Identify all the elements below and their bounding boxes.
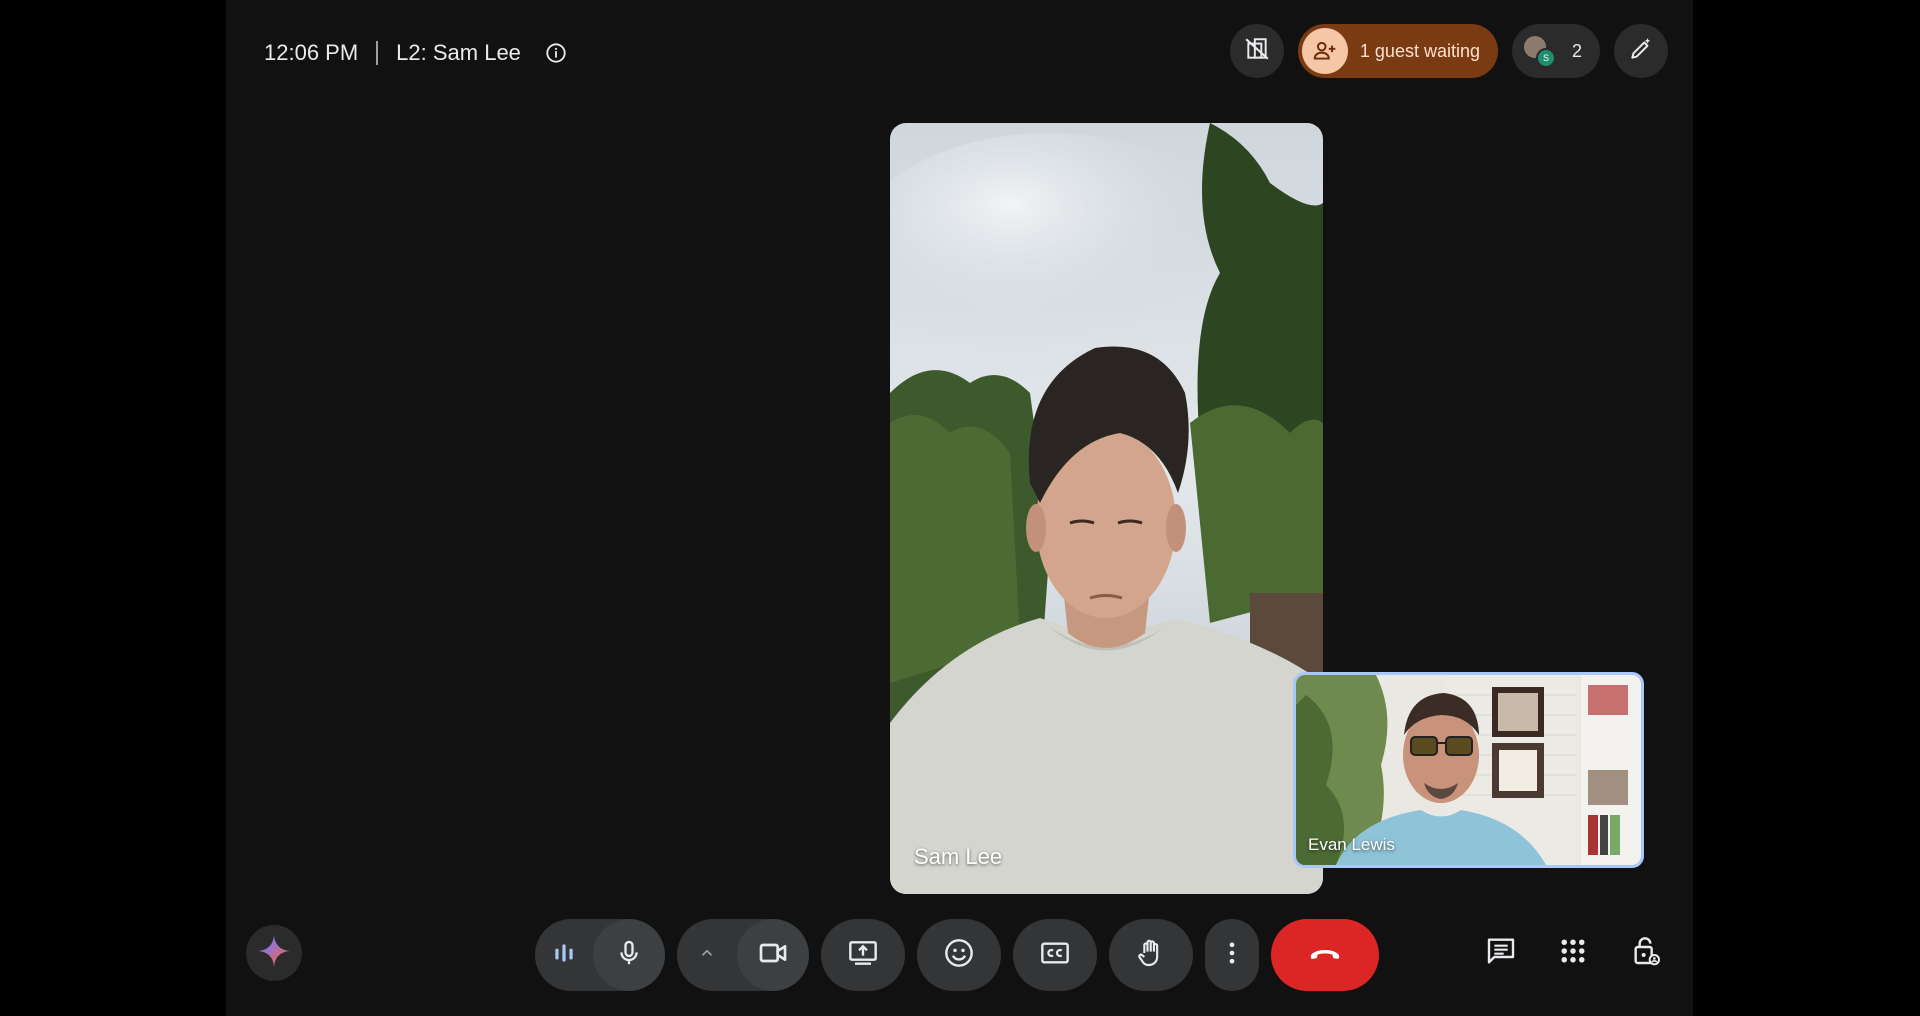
raise-hand-button[interactable] [1109, 919, 1193, 991]
end-call-button[interactable] [1271, 919, 1379, 991]
add-person-icon [1301, 28, 1348, 74]
chat-icon [1485, 935, 1517, 972]
current-time: 12:06 PM [264, 40, 359, 65]
camera-button[interactable] [737, 919, 809, 991]
top-right-controls: 1 guest waiting S 2 [1229, 24, 1668, 78]
call-controls [535, 919, 1379, 991]
chevron-up-icon [698, 944, 716, 967]
main-participant-video[interactable]: Sam Lee [890, 123, 1323, 894]
meeting-info: 12:06 PM L2: Sam Lee [264, 38, 569, 68]
video-options-button[interactable] [677, 919, 737, 991]
participant-video-frame [890, 123, 1323, 894]
microphone-button[interactable] [593, 919, 665, 991]
host-controls-icon [1629, 935, 1661, 972]
camera-icon [757, 937, 789, 974]
host-controls-button[interactable] [1617, 925, 1673, 981]
meet-window: 12:06 PM L2: Sam Lee 1 guest waiting S 2 [226, 0, 1693, 1016]
participant-count: 2 [1571, 40, 1582, 61]
video-controls [677, 919, 809, 991]
avatar-initial: S [1535, 48, 1556, 68]
gemini-icon [257, 934, 291, 973]
more-options-button[interactable] [1205, 919, 1259, 991]
end-call-icon [1307, 935, 1343, 976]
microphone-icon [615, 939, 643, 972]
more-options-icon [1218, 939, 1246, 972]
background-off-button[interactable] [1229, 24, 1284, 78]
background-off-icon [1244, 36, 1270, 67]
self-view-video[interactable]: Evan Lewis [1293, 672, 1644, 868]
divider [376, 41, 379, 65]
activities-icon [1558, 936, 1588, 971]
side-panel-controls [1473, 925, 1673, 981]
main-participant-name: Sam Lee [914, 844, 1003, 869]
present-screen-icon [847, 937, 879, 974]
reactions-button[interactable] [917, 919, 1001, 991]
guest-waiting-button[interactable]: 1 guest waiting [1297, 24, 1498, 78]
captions-icon [1039, 937, 1071, 974]
participant-avatars: S [1523, 36, 1556, 68]
emoji-icon [943, 937, 975, 974]
meeting-title: L2: Sam Lee [396, 40, 521, 65]
gemini-button[interactable] [246, 925, 302, 981]
present-screen-button[interactable] [821, 919, 905, 991]
pencil-sparkle-icon [1628, 36, 1654, 67]
participants-button[interactable]: S 2 [1511, 24, 1600, 78]
guest-waiting-label: 1 guest waiting [1359, 40, 1480, 61]
chat-button[interactable] [1473, 925, 1529, 981]
activities-button[interactable] [1545, 925, 1601, 981]
captions-button[interactable] [1013, 919, 1097, 991]
audio-controls [535, 919, 665, 991]
audio-settings-button[interactable] [535, 919, 593, 991]
raise-hand-icon [1135, 937, 1167, 974]
info-icon[interactable] [543, 40, 569, 66]
visual-effects-button[interactable] [1614, 24, 1668, 78]
audio-levels-icon [551, 940, 577, 971]
self-participant-name: Evan Lewis [1308, 835, 1395, 854]
